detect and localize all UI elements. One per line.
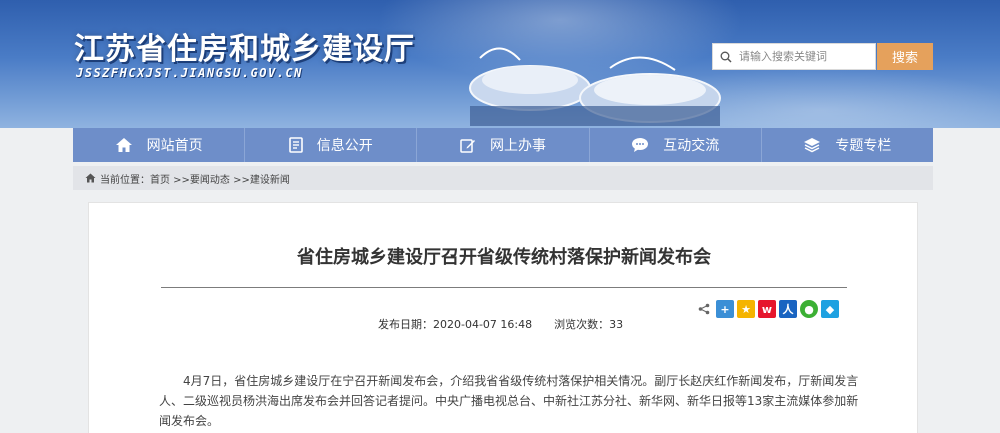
view-count: 浏览次数：33	[554, 318, 624, 331]
breadcrumb-news[interactable]: >>要闻动态	[170, 171, 230, 186]
nav-item-topics[interactable]: 专题专栏	[762, 128, 933, 162]
plus-share-icon[interactable]: +	[716, 300, 734, 318]
article-meta: 发布日期：2020-04-07 16:48 浏览次数：33	[364, 303, 623, 345]
search-box	[712, 43, 876, 70]
title-divider	[161, 287, 847, 288]
nav-item-label: 网上办事	[490, 138, 546, 154]
nav-item-label: 网站首页	[146, 138, 203, 154]
nav-item-label: 信息公开	[316, 138, 373, 154]
renren-icon[interactable]: 人	[779, 300, 797, 318]
tencent-weibo-icon[interactable]: ◆	[821, 300, 839, 318]
nav-item-interaction[interactable]: 互动交流	[590, 128, 762, 162]
wechat-icon[interactable]: ●	[800, 300, 818, 318]
article-panel: 省住房城乡建设厅召开省级传统村落保护新闻发布会 发布日期：2020-04-07 …	[88, 202, 918, 433]
site-url: JSSZFHCXJST.JIANGSU.GOV.CN	[76, 66, 303, 80]
weibo-icon[interactable]: w	[758, 300, 776, 318]
breadcrumb-home[interactable]: 当前位置：首页	[100, 171, 170, 186]
site-title[interactable]: 江苏省住房和城乡建设厅	[74, 24, 415, 68]
stadium-illustration	[469, 47, 721, 126]
article-title: 省住房城乡建设厅召开省级传统村落保护新闻发布会	[297, 247, 711, 268]
nav-item-services[interactable]: 网上办事	[417, 128, 590, 162]
edit-icon	[460, 137, 476, 153]
search-icon	[713, 51, 739, 63]
chat-icon	[631, 137, 649, 153]
nav-item-label: 专题专栏	[835, 138, 892, 154]
publish-date: 发布日期：2020-04-07 16:48	[378, 318, 533, 331]
document-icon	[288, 137, 303, 153]
home-icon	[115, 137, 133, 153]
nav-item-label: 互动交流	[663, 138, 720, 154]
share-bar: + ★ w 人 ● ◆	[695, 300, 839, 318]
article-body: 4月7日，省住房城乡建设厅在宁召开新闻发布会，介绍我省省级传统村落保护相关情况。…	[159, 374, 859, 428]
share-icon[interactable]	[695, 300, 713, 318]
search-button[interactable]: 搜索	[877, 43, 933, 70]
home-icon	[85, 173, 96, 183]
search-input[interactable]	[739, 50, 869, 63]
header-banner: 江苏省住房和城乡建设厅 JSSZFHCXJST.JIANGSU.GOV.CN 搜…	[0, 0, 1000, 128]
breadcrumb: 当前位置：首页 >>要闻动态 >>建设新闻	[73, 166, 933, 190]
main-nav: 网站首页 信息公开 网上办事 互动交流 专题专栏	[73, 128, 933, 162]
nav-item-home[interactable]: 网站首页	[73, 128, 246, 162]
breadcrumb-construction-news[interactable]: >>建设新闻	[230, 171, 290, 186]
qzone-icon[interactable]: ★	[737, 300, 755, 318]
layers-icon	[803, 137, 821, 153]
nav-item-info[interactable]: 信息公开	[245, 128, 418, 162]
